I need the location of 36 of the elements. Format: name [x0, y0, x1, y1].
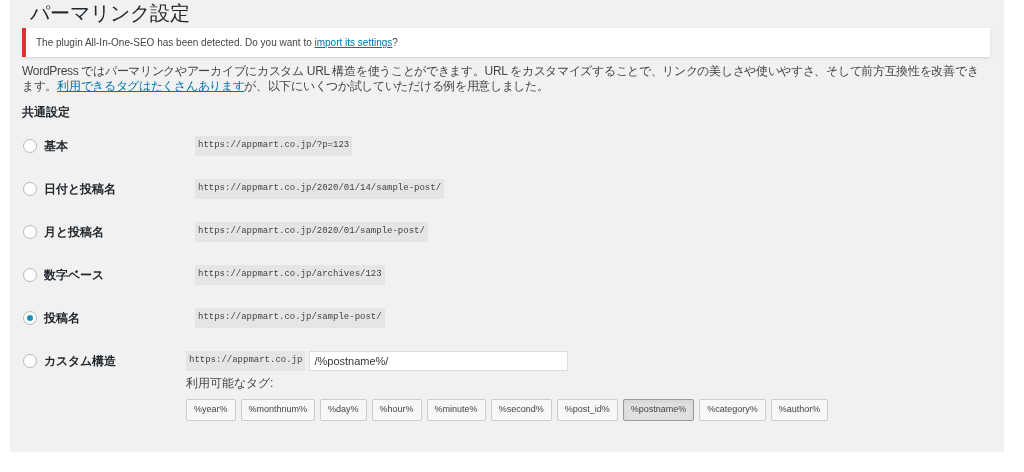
tag-button[interactable]: %minute%: [426, 399, 486, 421]
tag-button[interactable]: %second%: [490, 399, 552, 421]
custom-structure-field[interactable]: /%postname%/: [309, 351, 569, 371]
radio-button[interactable]: [23, 354, 37, 368]
section-heading: 共通設定: [22, 104, 71, 121]
tags-label: 利用可能なタグ:: [186, 375, 275, 392]
option-label: 数字ベース: [44, 267, 104, 284]
url-example: https://appmart.co.jp/archives/123: [195, 265, 385, 285]
tag-button[interactable]: %post_id%: [556, 399, 618, 421]
option-label: 日付と投稿名: [44, 181, 116, 198]
page-title: パーマリンク設定: [29, 1, 191, 25]
tag-button[interactable]: %hour%: [371, 399, 422, 421]
tag-button[interactable]: %author%: [770, 399, 829, 421]
description-text: WordPress ではパーマリンクやアーカイブにカスタム URL 構造を使うことができます。URL をカスタマイズすることで、リンクの美しさや使いやすさ、そして前方互換性を改善できます。利用できるタグはたくさんありますが、以下にいくつか試していただける例を用意しました。: [22, 64, 980, 94]
radio-button[interactable]: [23, 311, 37, 325]
url-example: https://appmart.co.jp/2020/01/sample-post/: [195, 222, 428, 242]
tag-button[interactable]: %monthnum%: [240, 399, 316, 421]
url-example: https://appmart.co.jp/?p=123: [195, 136, 353, 156]
tag-button[interactable]: %postname%: [622, 399, 695, 421]
radio-button[interactable]: [23, 139, 37, 153]
radio-button[interactable]: [23, 268, 37, 282]
option-label: 月と投稿名: [44, 224, 104, 241]
url-example: https://appmart.co.jp/2020/01/14/sample-post/: [195, 179, 445, 199]
url-example: https://appmart.co.jp/sample-post/: [195, 308, 385, 328]
option-label: カスタム構造: [44, 353, 116, 370]
tag-button[interactable]: %category%: [699, 399, 766, 421]
tag-button[interactable]: %day%: [320, 399, 367, 421]
import-settings-link[interactable]: import its settings: [314, 37, 393, 48]
url-prefix: https://appmart.co.jp: [186, 351, 306, 371]
notice-text: The plugin All-In-One-SEO has been detected. Do you want to import its settings?: [36, 36, 398, 50]
radio-button[interactable]: [23, 182, 37, 196]
option-label: 投稿名: [44, 310, 80, 327]
radio-button[interactable]: [23, 225, 37, 239]
option-label: 基本: [44, 138, 68, 155]
tags-link[interactable]: 利用できるタグはたくさんあります: [57, 79, 245, 93]
tag-button[interactable]: %year%: [186, 399, 236, 421]
